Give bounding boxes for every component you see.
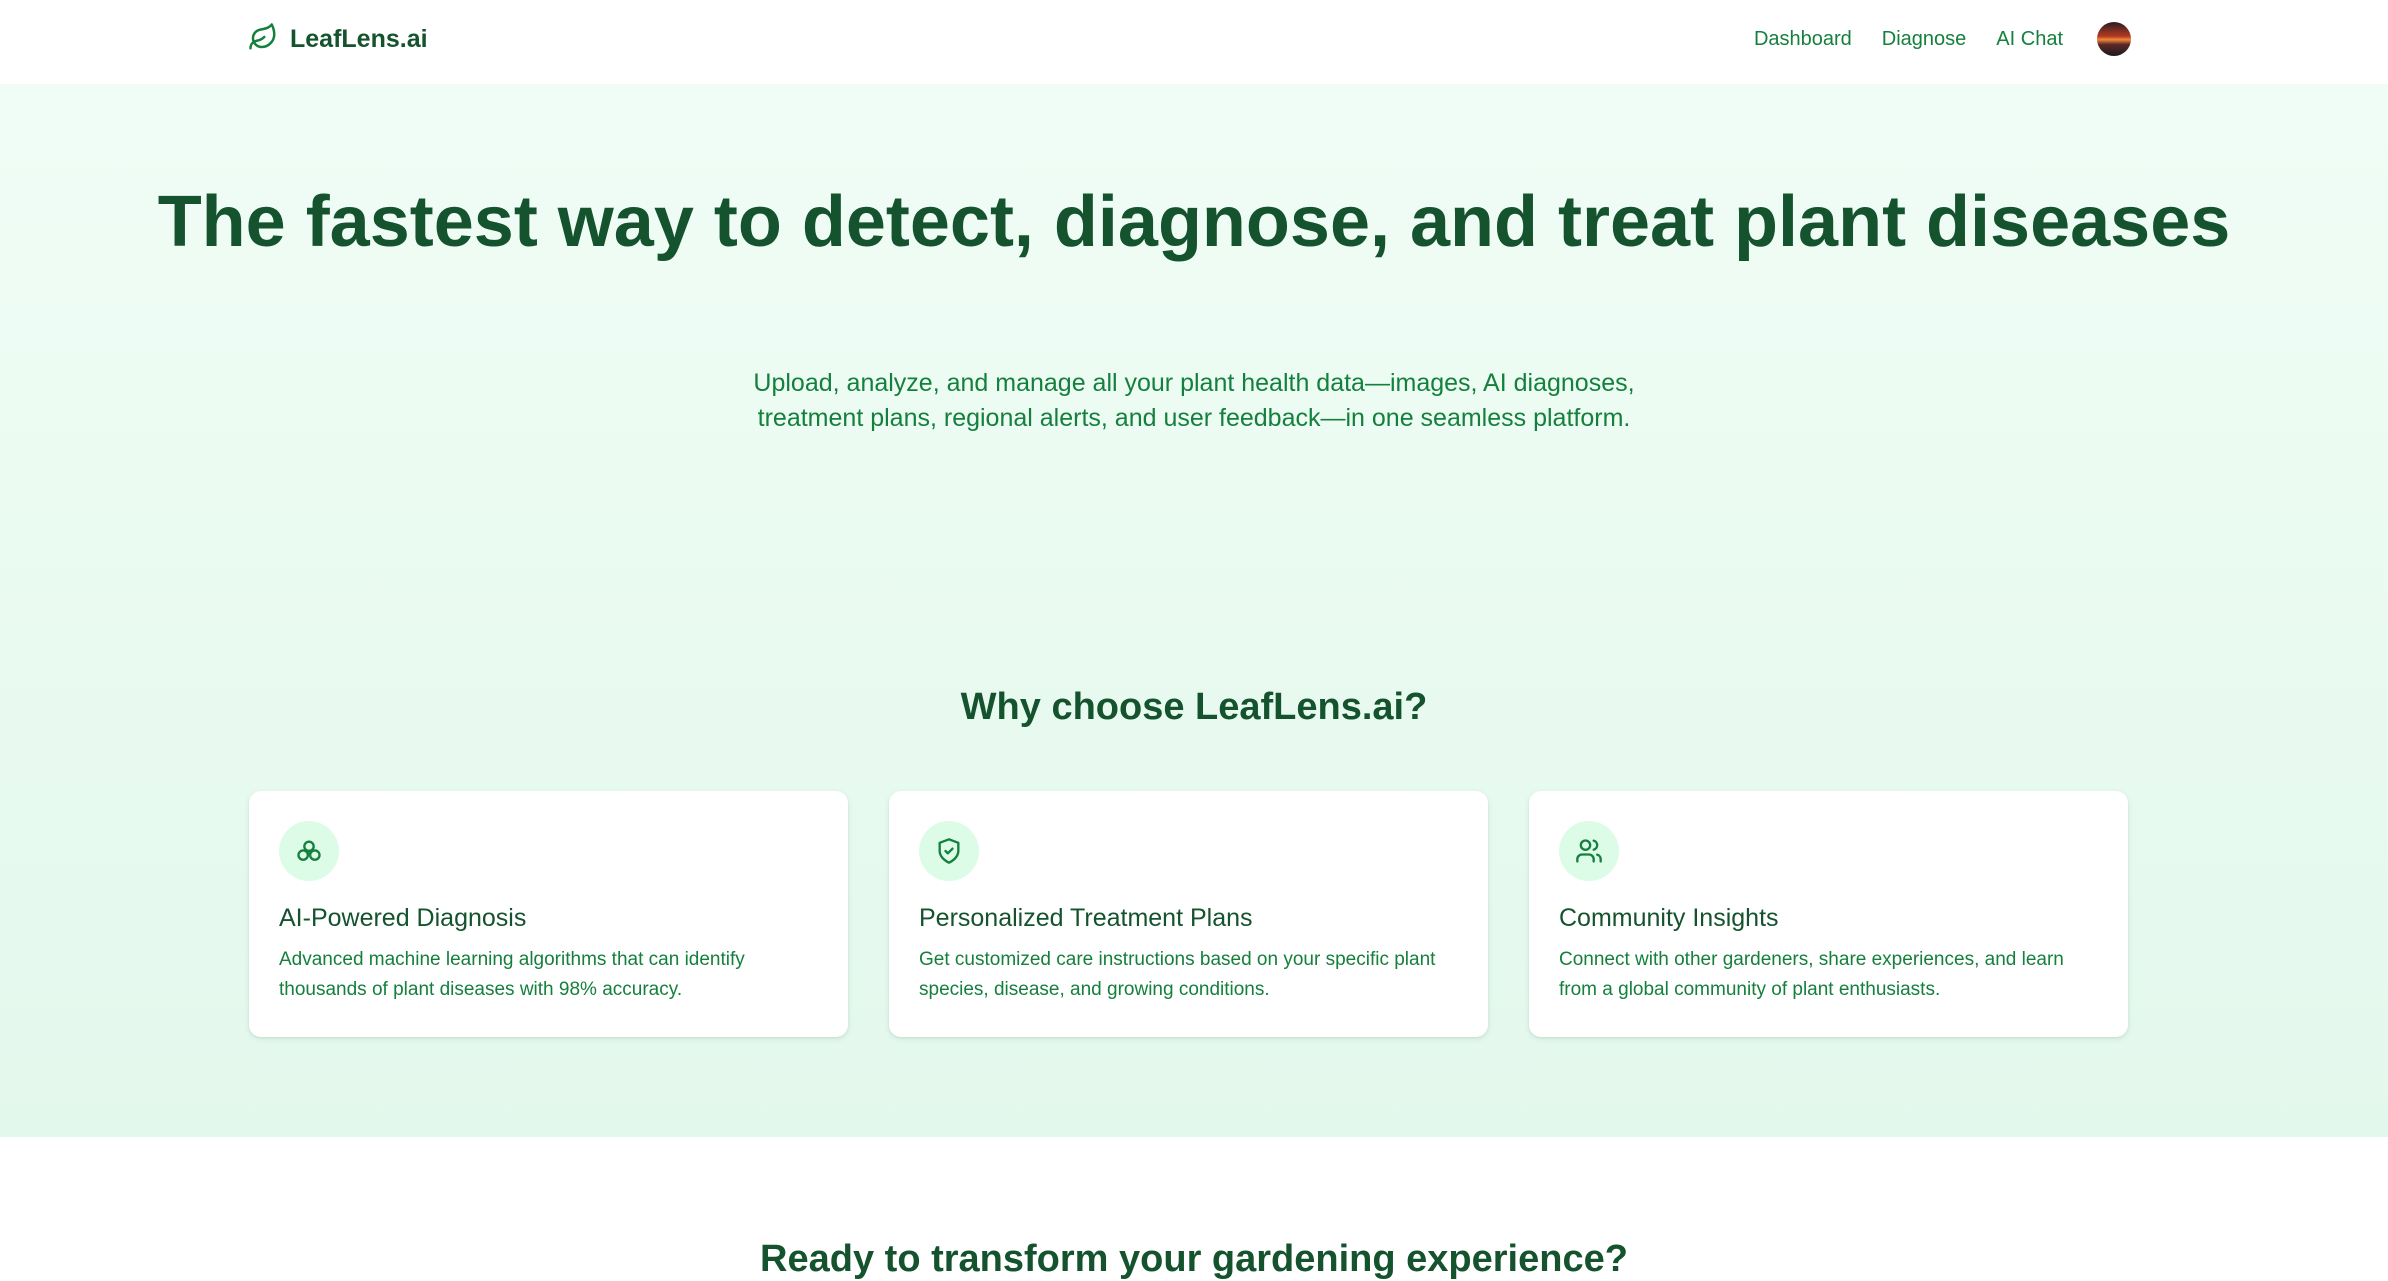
feature-card-description: Advanced machine learning algorithms tha…	[279, 949, 745, 1000]
brand-logo[interactable]: LeafLens.ai	[248, 20, 428, 58]
main-nav: Dashboard Diagnose AI Chat	[1754, 18, 2131, 60]
nav-ai-chat-link[interactable]: AI Chat	[1996, 28, 2063, 51]
feature-card-title: AI-Powered Diagnosis	[279, 904, 527, 932]
shield-check-icon	[919, 821, 979, 881]
ai-cluster-icon	[279, 821, 339, 881]
feature-card-treatment-plans: Personalized Treatment Plans Get customi…	[889, 791, 1488, 1037]
nav-diagnose-link[interactable]: Diagnose	[1882, 28, 1967, 51]
user-avatar[interactable]	[2097, 22, 2131, 56]
brand-name: LeafLens.ai	[290, 24, 428, 53]
feature-card-description: Get customized care instructions based o…	[919, 949, 1436, 1000]
top-navbar: LeafLens.ai Dashboard Diagnose AI Chat	[0, 0, 2388, 84]
hero-subtitle: Upload, analyze, and manage all your pla…	[753, 369, 1635, 432]
hero-section: The fastest way to detect, diagnose, and…	[0, 84, 2388, 1137]
leaf-icon	[248, 22, 278, 57]
feature-card-title: Community Insights	[1559, 904, 1779, 932]
feature-card-title: Personalized Treatment Plans	[919, 904, 1253, 932]
why-choose-heading: Why choose LeafLens.ai?	[960, 686, 1428, 728]
feature-card-community: Community Insights Connect with other ga…	[1529, 791, 2128, 1037]
users-icon	[1559, 821, 1619, 881]
nav-dashboard-link[interactable]: Dashboard	[1754, 28, 1852, 51]
feature-card-ai-diagnosis: AI-Powered Diagnosis Advanced machine le…	[249, 791, 848, 1037]
feature-card-description: Connect with other gardeners, share expe…	[1559, 949, 2064, 1000]
hero-title: The fastest way to detect, diagnose, and…	[157, 182, 2231, 262]
cta-heading: Ready to transform your gardening experi…	[760, 1238, 1628, 1280]
